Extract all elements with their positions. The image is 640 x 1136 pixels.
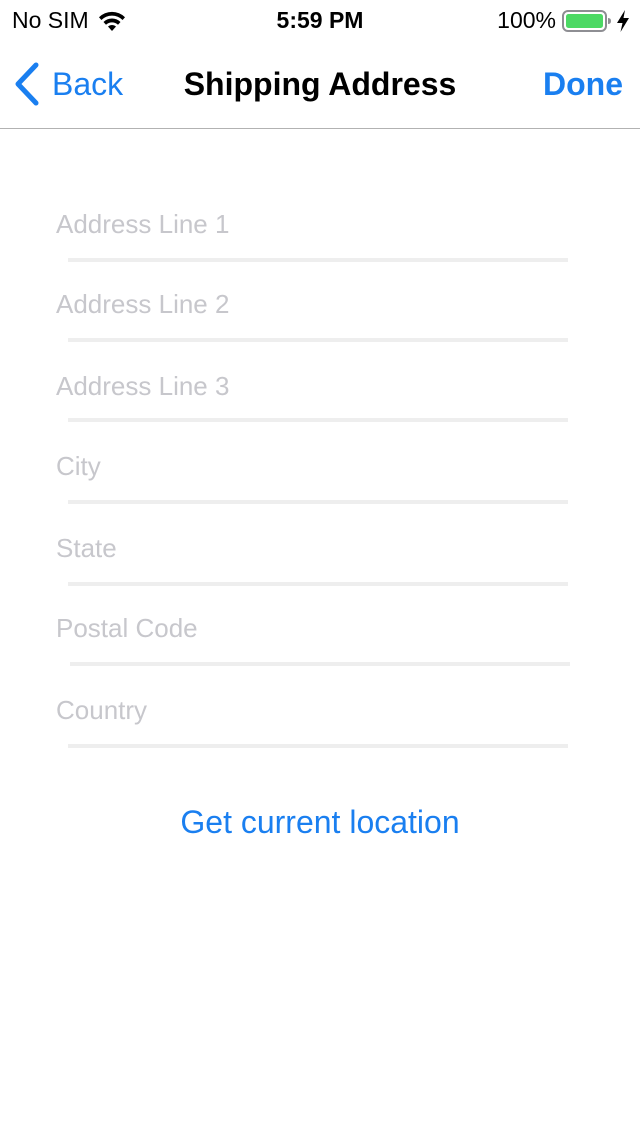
battery-icon <box>562 9 612 33</box>
address-line-1-field <box>56 196 570 276</box>
city-field <box>56 438 570 518</box>
charging-bolt-icon <box>616 9 630 32</box>
status-right: 100% <box>497 7 630 34</box>
postal-code-input[interactable] <box>56 600 568 656</box>
city-input[interactable] <box>56 438 568 494</box>
field-underline <box>68 744 568 748</box>
country-input[interactable] <box>56 682 568 738</box>
field-underline <box>68 338 568 342</box>
get-current-location-button[interactable]: Get current location <box>0 804 640 841</box>
address-line-2-field <box>56 276 570 356</box>
postal-code-field <box>56 600 570 680</box>
back-label: Back <box>52 65 124 102</box>
address-line-3-input[interactable] <box>56 358 568 414</box>
done-button[interactable]: Done <box>543 66 623 103</box>
country-field <box>56 682 570 762</box>
field-underline <box>68 500 568 504</box>
battery-percentage: 100% <box>497 7 556 33</box>
address-line-1-input[interactable] <box>56 196 568 252</box>
back-button[interactable]: Back <box>14 62 123 106</box>
field-underline <box>68 258 568 262</box>
state-field <box>56 520 570 600</box>
state-input[interactable] <box>56 520 568 576</box>
address-line-3-field <box>56 358 570 438</box>
field-underline <box>68 418 568 422</box>
status-bar: No SIM 5:59 PM 100% <box>0 0 640 40</box>
field-underline <box>68 582 568 586</box>
address-line-2-input[interactable] <box>56 276 568 332</box>
field-underline <box>70 662 570 666</box>
navigation-bar: Back Shipping Address Done <box>0 40 640 129</box>
chevron-left-icon <box>14 62 40 106</box>
